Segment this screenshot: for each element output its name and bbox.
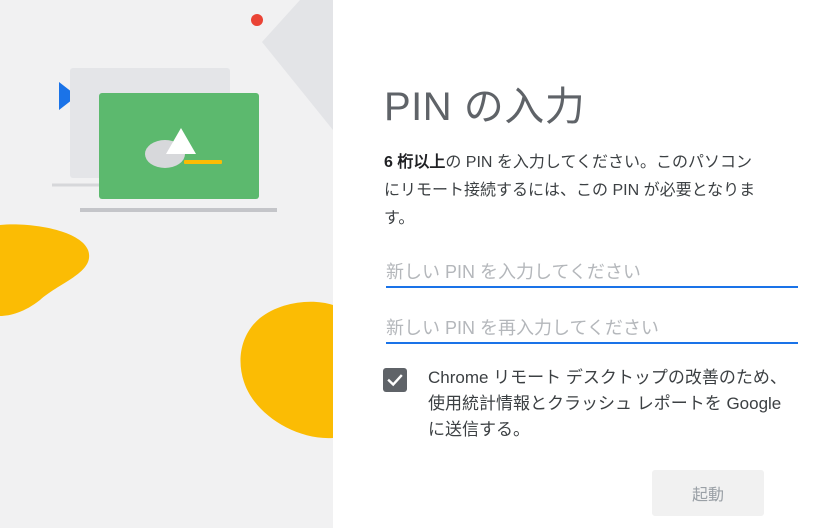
pin-confirm-field bbox=[386, 312, 798, 344]
pin-confirm-input[interactable] bbox=[386, 318, 798, 342]
illustration-panel bbox=[0, 0, 333, 528]
usage-stats-label[interactable]: Chrome リモート デスクトップの改善のため、使用統計情報とクラッシュ レポ… bbox=[428, 365, 798, 443]
background-blob-shape bbox=[262, 0, 333, 130]
pin-length-requirement: 6 桁以上 bbox=[384, 154, 446, 171]
pin-form-panel: PIN の入力 6 桁以上の PIN を入力してください。このパソコンにリモート… bbox=[333, 0, 813, 528]
left-yellow-blob bbox=[0, 224, 90, 316]
pin-instructions: 6 桁以上の PIN を入力してください。このパソコンにリモート接続するには、こ… bbox=[384, 149, 764, 233]
usage-stats-checkbox[interactable] bbox=[383, 368, 407, 392]
red-dot-decoration bbox=[251, 14, 263, 26]
pin-setup-dialog: PIN の入力 6 桁以上の PIN を入力してください。このパソコンにリモート… bbox=[0, 0, 813, 528]
right-yellow-blob bbox=[240, 301, 333, 439]
pin-field bbox=[386, 256, 798, 288]
checkmark-icon bbox=[387, 374, 403, 387]
pin-input[interactable] bbox=[386, 262, 798, 286]
remote-desktop-illustration bbox=[0, 0, 333, 439]
yellow-bar-on-screen bbox=[184, 160, 222, 164]
page-title: PIN の入力 bbox=[384, 85, 586, 129]
start-button[interactable]: 起動 bbox=[652, 470, 764, 516]
